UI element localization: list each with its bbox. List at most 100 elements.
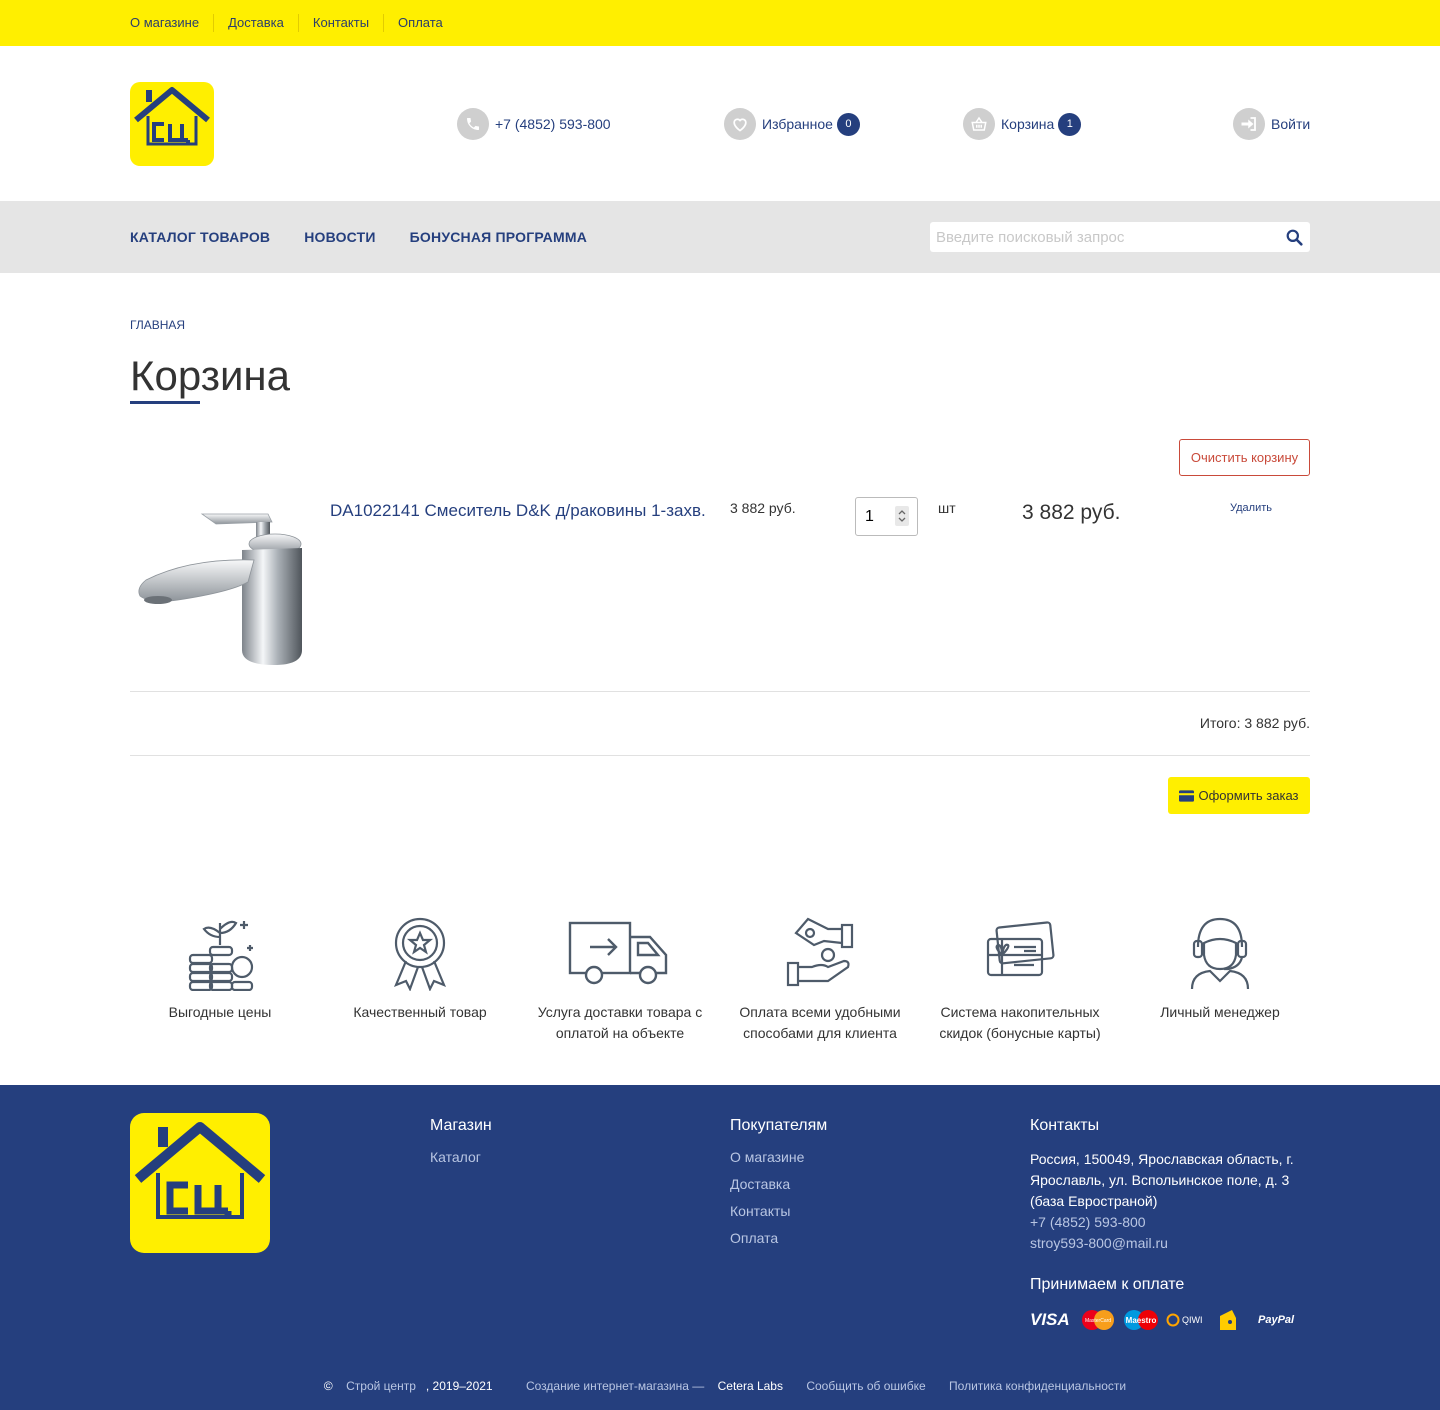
svg-text:MasterCard: MasterCard (1085, 1318, 1111, 1324)
feature-label: Услуга доставки товара с оплатой на объе… (537, 1004, 703, 1041)
footer-link-catalog[interactable]: Каталог (430, 1149, 492, 1165)
footer-copyright-bar: © Строй центр, 2019–2021 Создание интерн… (323, 1379, 1127, 1393)
quantity-input[interactable] (856, 498, 892, 535)
product-unit-price: 3 882 руб. (730, 500, 796, 516)
site-logo[interactable] (130, 82, 214, 166)
header-login[interactable]: Войти (1233, 108, 1310, 140)
feature-label: Личный менеджер (1160, 1004, 1280, 1020)
nav-item-bonus[interactable]: БОНУСНАЯ ПРОГРАММА (410, 229, 587, 245)
qiwi-icon: QIWI (1166, 1313, 1206, 1327)
divider (130, 691, 1310, 692)
payment-title: Принимаем к оплате (1030, 1276, 1185, 1293)
credit-card-icon (1179, 789, 1195, 802)
feature-prices: Выгодные цены (120, 915, 320, 1023)
feature-delivery: Услуга доставки товара с оплатой на объе… (520, 915, 720, 1044)
page-title: Корзина (130, 352, 290, 399)
header-favorites[interactable]: Избранное 0 (724, 108, 860, 140)
footer-address: Россия, 150049, Ярославская область, г. … (1030, 1151, 1294, 1209)
feature-payment: Оплата всеми удобными способами для клие… (720, 915, 920, 1044)
delivery-truck-icon (568, 921, 668, 985)
award-badge-icon (393, 917, 447, 991)
faucet-image-icon (138, 513, 302, 665)
basket-icon (963, 108, 995, 140)
phone-icon (457, 108, 489, 140)
footer-creator-link[interactable]: Cetera Labs (718, 1379, 783, 1393)
house-logo-icon (134, 1122, 266, 1219)
footer-shop-title: Магазин (430, 1117, 492, 1134)
footer-link-payment[interactable]: Оплата (730, 1230, 827, 1246)
feature-label: Оплата всеми удобными способами для клие… (739, 1004, 901, 1041)
quantity-spin-icon[interactable] (895, 506, 909, 526)
feature-label: Выгодные цены (168, 1004, 272, 1020)
search-button[interactable] (1278, 222, 1310, 252)
nav-item-catalog[interactable]: КАТАЛОГ ТОВАРОВ (130, 229, 270, 245)
top-bar: О магазине Доставка Контакты Оплата (0, 0, 1440, 46)
footer-contacts-column: Контакты Россия, 150049, Ярославская обл… (1030, 1117, 1310, 1332)
privacy-policy-link[interactable]: Политика конфиденциальности (949, 1379, 1126, 1393)
search-icon (1286, 229, 1303, 246)
search-box (930, 222, 1310, 252)
login-icon (1233, 108, 1265, 140)
delete-item-link[interactable]: Удалить (1230, 502, 1272, 514)
quantity-stepper (855, 497, 918, 536)
feature-quality: Качественный товар (320, 915, 520, 1023)
favorites-label: Избранное (762, 116, 833, 132)
breadcrumb-home[interactable]: ГЛАВНАЯ (130, 318, 185, 332)
mastercard-icon: MasterCard (1082, 1310, 1114, 1330)
footer-link-about[interactable]: О магазине (730, 1149, 827, 1165)
footer-shop-column: Магазин Каталог (430, 1117, 492, 1175)
footer-buyers-title: Покупателям (730, 1117, 828, 1134)
topbar-link-delivery[interactable]: Доставка (213, 14, 298, 32)
product-name-link[interactable]: DA1022141 Смеситель D&K д/раковины 1-зах… (330, 498, 710, 524)
cart-label: Корзина (1001, 116, 1055, 132)
feature-label: Качественный товар (353, 1004, 487, 1020)
header-phone-text: +7 (4852) 593-800 (495, 116, 611, 132)
topbar-link-contacts[interactable]: Контакты (297, 14, 383, 32)
topbar-link-about[interactable]: О магазине (130, 14, 213, 32)
paypal-icon: PayPal (1258, 1314, 1295, 1326)
yandex-money-icon (1220, 1310, 1236, 1330)
footer-link-contacts[interactable]: Контакты (730, 1203, 827, 1219)
checkout-label: Оформить заказ (1198, 788, 1299, 803)
svg-text:Maestro: Maestro (1126, 1316, 1157, 1325)
product-total-price: 3 882 руб. (1022, 501, 1121, 524)
divider (130, 755, 1310, 756)
house-logo-icon (134, 87, 210, 146)
quantity-unit: шт (938, 500, 956, 516)
nav-item-news[interactable]: НОВОСТИ (304, 229, 375, 245)
maestro-icon: Maestro (1124, 1310, 1158, 1330)
footer-buyers-column: Покупателям О магазине Доставка Контакты… (730, 1117, 827, 1257)
feature-label: Система накопительных скидок (бонусные к… (939, 1004, 1101, 1041)
header-phone[interactable]: +7 (4852) 593-800 (457, 108, 611, 140)
title-underline (130, 401, 200, 404)
heart-icon (724, 108, 756, 140)
coins-plant-icon (188, 920, 254, 991)
footer-company-link[interactable]: Строй центр (346, 1379, 416, 1393)
footer-email-link[interactable]: stroy593-800@mail.ru (1030, 1233, 1310, 1254)
report-error-link[interactable]: Сообщить об ошибке (806, 1379, 925, 1393)
gift-card-icon (986, 921, 1055, 977)
checkout-button[interactable]: Оформить заказ (1168, 777, 1310, 814)
site-footer: Магазин Каталог Покупателям О магазине Д… (0, 1085, 1440, 1410)
footer-link-delivery[interactable]: Доставка (730, 1176, 827, 1192)
clear-cart-button[interactable]: Очистить корзину (1179, 439, 1310, 476)
footer-contacts-title: Контакты (1030, 1117, 1100, 1134)
payment-methods: VISA MasterCard Maestro QIWI PayPal (1030, 1308, 1310, 1332)
main-nav: КАТАЛОГ ТОВАРОВ НОВОСТИ БОНУСНАЯ ПРОГРАМ… (0, 201, 1440, 273)
header-cart[interactable]: Корзина 1 (963, 108, 1082, 140)
topbar-link-payment[interactable]: Оплата (383, 14, 457, 32)
cart-count-badge: 1 (1058, 112, 1082, 136)
favorites-count-badge: 0 (836, 112, 860, 136)
search-input[interactable] (930, 222, 1278, 252)
cart-total: Итого: 3 882 руб. (1199, 715, 1310, 731)
feature-bonus: Система накопительных скидок (бонусные к… (920, 915, 1120, 1044)
site-header: +7 (4852) 593-800 Избранное 0 Корзина 1 … (0, 46, 1440, 201)
footer-logo[interactable] (130, 1113, 270, 1253)
headset-manager-icon (1190, 917, 1250, 990)
hand-money-icon (786, 917, 854, 987)
login-label: Войти (1271, 116, 1311, 132)
visa-icon: VISA (1030, 1310, 1070, 1329)
product-image[interactable] (130, 500, 310, 670)
feature-manager: Личный менеджер (1120, 915, 1320, 1023)
footer-phone-link[interactable]: +7 (4852) 593-800 (1030, 1212, 1310, 1233)
